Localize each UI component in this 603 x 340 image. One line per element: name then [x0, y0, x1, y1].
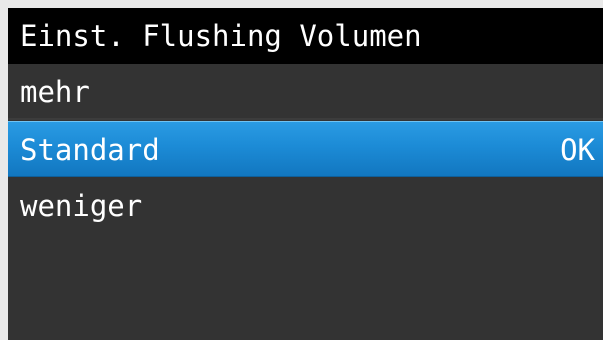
menu-item-label: weniger [20, 189, 143, 223]
ok-indicator: OK [560, 133, 595, 167]
menu-item-mehr[interactable]: mehr [8, 64, 603, 120]
menu-item-label: mehr [20, 75, 90, 109]
menu-item-standard[interactable]: Standard OK [8, 121, 603, 177]
lcd-screen: Einst. Flushing Volumen mehr Standard OK… [8, 8, 603, 340]
title-bar: Einst. Flushing Volumen [8, 8, 603, 64]
menu-item-weniger[interactable]: weniger [8, 178, 603, 234]
menu-item-label: Standard [20, 133, 160, 167]
screen-title: Einst. Flushing Volumen [20, 19, 422, 53]
